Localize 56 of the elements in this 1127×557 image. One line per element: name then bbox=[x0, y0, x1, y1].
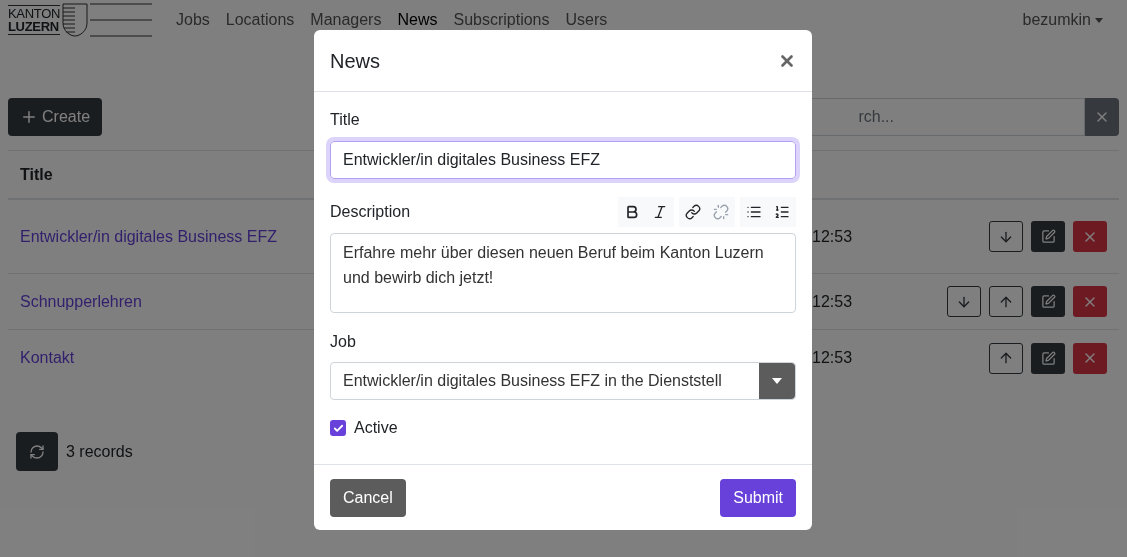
shield-icon bbox=[62, 3, 88, 37]
unlink-icon bbox=[713, 204, 729, 220]
refresh-icon bbox=[29, 443, 45, 460]
numbered-list-icon bbox=[774, 204, 790, 220]
nav-link[interactable]: Jobs bbox=[176, 8, 210, 32]
link-button[interactable] bbox=[679, 197, 707, 227]
edit-icon bbox=[1040, 294, 1056, 309]
records-count: 3 records bbox=[66, 441, 133, 462]
cancel-button[interactable]: Cancel bbox=[330, 478, 406, 517]
user-menu[interactable]: bezumkin bbox=[1022, 8, 1103, 32]
create-button[interactable]: Create bbox=[8, 98, 103, 136]
field-label: Job bbox=[330, 332, 357, 352]
edit-icon bbox=[1040, 350, 1056, 366]
edit-icon bbox=[1040, 229, 1056, 244]
logo-text: LUZERN bbox=[8, 20, 60, 33]
plus-icon bbox=[20, 108, 38, 126]
move-down-button[interactable] bbox=[989, 221, 1023, 252]
nav-link[interactable]: News bbox=[397, 8, 438, 32]
caret-icon bbox=[1095, 17, 1103, 23]
description-editor[interactable]: Erfahre mehr über diesen neuen Beruf beim Kanton Luzern und bewirb dich jetzt! bbox=[330, 233, 796, 313]
nav-link[interactable]: Managers bbox=[310, 8, 382, 32]
table-cell-text: 12:53 bbox=[812, 226, 853, 247]
modal-title: News bbox=[330, 48, 380, 74]
move-down-button[interactable] bbox=[947, 286, 981, 317]
check-icon bbox=[332, 422, 344, 434]
bold-icon bbox=[624, 204, 640, 220]
edit-button[interactable] bbox=[1031, 221, 1065, 252]
edit-button[interactable] bbox=[1031, 286, 1065, 317]
move-up-button[interactable] bbox=[989, 286, 1023, 317]
logo-text: KANTON bbox=[8, 7, 60, 20]
nav-link[interactable]: Locations bbox=[225, 8, 295, 32]
table-cell-text: 12:53 bbox=[812, 291, 853, 312]
bullet-list-icon bbox=[746, 204, 762, 220]
refresh-button[interactable] bbox=[16, 432, 58, 471]
numbered-list-button[interactable] bbox=[768, 197, 796, 227]
arrow-up-icon bbox=[998, 350, 1014, 366]
bullet-list-button[interactable] bbox=[740, 197, 768, 227]
italic-icon bbox=[652, 204, 668, 220]
nav-link[interactable]: Subscriptions bbox=[453, 8, 550, 32]
bold-button[interactable] bbox=[618, 197, 646, 227]
submit-button[interactable]: Submit bbox=[720, 478, 796, 517]
italic-button[interactable] bbox=[646, 197, 674, 227]
job-select[interactable]: Entwickler/in digitales Business EFZ in the Dienststell bbox=[330, 362, 796, 400]
nav-link[interactable]: Users bbox=[565, 8, 608, 32]
move-up-button[interactable] bbox=[989, 342, 1023, 374]
column-header: Title bbox=[20, 164, 53, 185]
edit-button[interactable] bbox=[1031, 342, 1065, 374]
checkbox-label: Active bbox=[354, 418, 398, 438]
logo-lines-icon bbox=[90, 3, 152, 37]
table-cell-text: 12:53 bbox=[812, 348, 853, 368]
active-checkbox[interactable] bbox=[330, 420, 346, 436]
field-label: Description bbox=[330, 202, 411, 222]
link-icon bbox=[685, 204, 701, 220]
delete-button[interactable] bbox=[1073, 342, 1107, 374]
caret-icon bbox=[772, 378, 782, 384]
field-label: Title bbox=[330, 110, 361, 130]
